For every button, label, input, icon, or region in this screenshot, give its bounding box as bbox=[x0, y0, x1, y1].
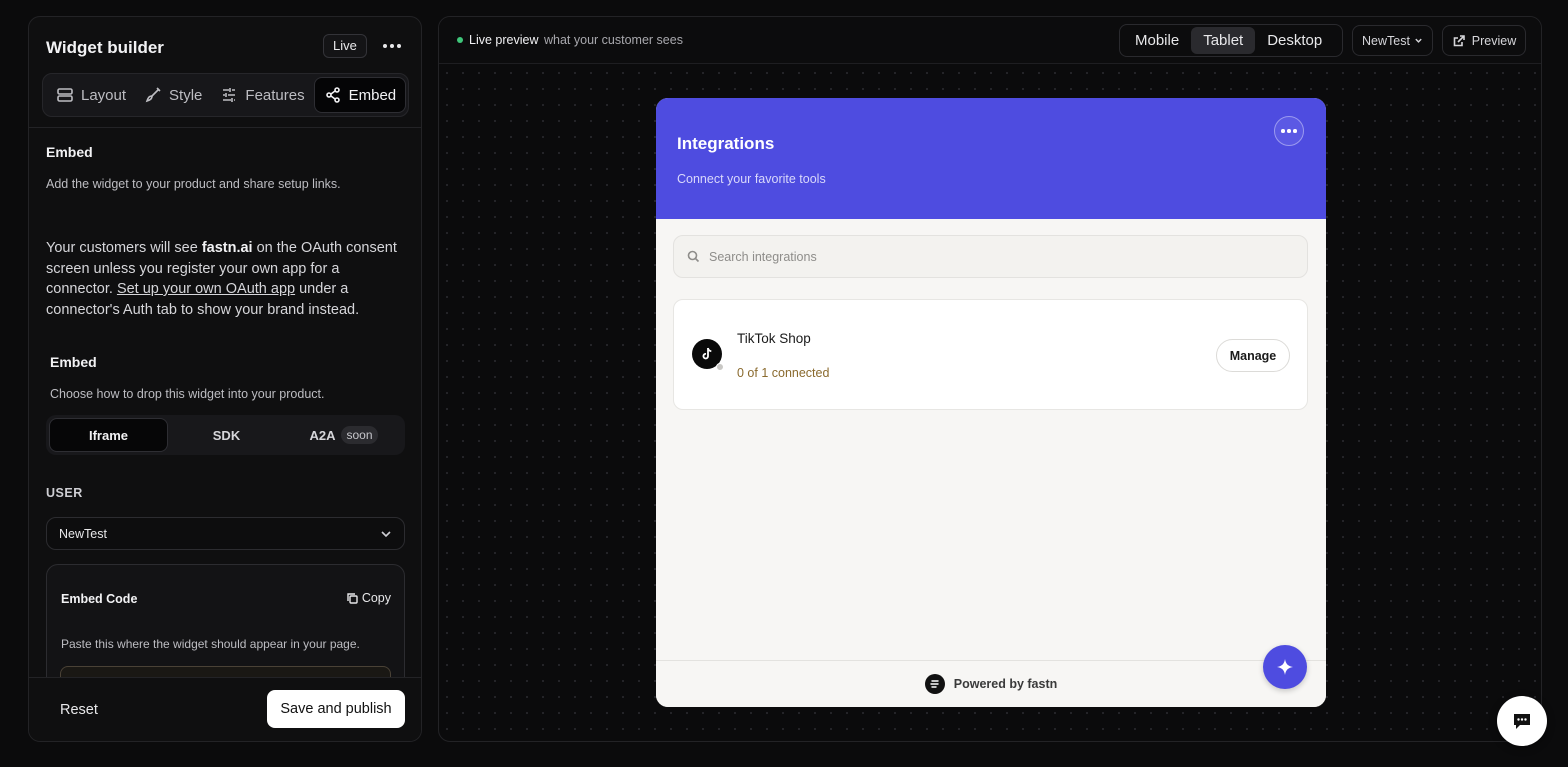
widget-subtitle: Connect your favorite tools bbox=[677, 172, 826, 186]
integrations-widget: Integrations Connect your favorite tools… bbox=[656, 98, 1326, 707]
preview-user-dropdown[interactable]: NewTest bbox=[1352, 25, 1433, 56]
user-label: USER bbox=[46, 486, 83, 500]
live-preview-label: Live preview bbox=[469, 33, 539, 47]
soon-badge: soon bbox=[341, 426, 378, 444]
widget-footer: Powered by fastn bbox=[656, 660, 1326, 707]
builder-header: Widget builder Live Layout Style Feature… bbox=[29, 17, 421, 129]
search-icon bbox=[687, 250, 700, 263]
ai-assistant-button[interactable] bbox=[1263, 645, 1307, 689]
embed-code-box[interactable] bbox=[60, 666, 391, 677]
builder-tabs: Layout Style Features Embed bbox=[42, 73, 409, 117]
search-placeholder: Search integrations bbox=[709, 249, 817, 264]
tab-label: Style bbox=[169, 86, 203, 104]
preview-label: Preview bbox=[1471, 33, 1517, 48]
embed-method-description: Choose how to drop this widget into your… bbox=[50, 387, 325, 401]
brush-icon bbox=[145, 87, 161, 103]
preview-user-value: NewTest bbox=[1362, 33, 1410, 48]
support-chat-button[interactable] bbox=[1497, 696, 1547, 746]
embed-heading: Embed bbox=[46, 144, 93, 160]
user-select-value: NewTest bbox=[59, 526, 107, 541]
dot-icon bbox=[397, 44, 401, 48]
integration-card: TikTok Shop 0 of 1 connected Manage bbox=[673, 299, 1308, 410]
widget-title: Integrations bbox=[677, 134, 775, 153]
embed-code-card: Embed Code Copy Paste this where the wid… bbox=[46, 564, 405, 677]
live-preview-subtitle: what your customer sees bbox=[544, 33, 683, 47]
integration-status: 0 of 1 connected bbox=[737, 366, 830, 380]
tab-label: Layout bbox=[81, 86, 127, 104]
chevron-down-icon bbox=[381, 530, 391, 537]
open-preview-button[interactable]: Preview bbox=[1442, 25, 1526, 56]
widget-more-button[interactable] bbox=[1274, 116, 1304, 146]
layout-icon bbox=[57, 88, 73, 102]
share-icon bbox=[325, 87, 340, 103]
tab-features[interactable]: Features bbox=[211, 77, 313, 113]
tab-layout[interactable]: Layout bbox=[47, 77, 135, 113]
tab-embed[interactable]: Embed bbox=[313, 77, 407, 113]
tab-label: Features bbox=[245, 86, 305, 104]
dot-icon bbox=[383, 44, 387, 48]
oauth-setup-link[interactable]: Set up your own OAuth app bbox=[117, 281, 295, 297]
user-select[interactable]: NewTest bbox=[46, 517, 405, 550]
oauth-note: Your customers will see fastn.ai on the … bbox=[46, 238, 406, 320]
device-switcher: Mobile Tablet Desktop bbox=[1119, 24, 1343, 57]
tiktok-glyph-icon bbox=[702, 347, 712, 360]
oauth-note-prefix: Your customers will see bbox=[46, 240, 202, 256]
embed-settings-scroll[interactable]: Embed Add the widget to your product and… bbox=[29, 128, 421, 677]
live-preview-panel: Live preview what your customer sees Mob… bbox=[438, 16, 1542, 742]
tab-style[interactable]: Style bbox=[135, 77, 211, 113]
more-options-button[interactable] bbox=[379, 34, 405, 58]
copy-icon bbox=[347, 592, 358, 604]
dot-icon bbox=[1281, 129, 1285, 133]
copy-label: Copy bbox=[361, 591, 391, 605]
method-label: SDK bbox=[212, 427, 241, 443]
method-label: Iframe bbox=[88, 427, 129, 443]
save-and-publish-button[interactable]: Save and publish bbox=[267, 690, 405, 728]
embed-description: Add the widget to your product and share… bbox=[46, 177, 341, 191]
tab-label: Embed bbox=[348, 86, 397, 104]
dot-icon bbox=[1293, 129, 1297, 133]
widget-header: Integrations Connect your favorite tools bbox=[656, 98, 1326, 219]
manage-button[interactable]: Manage bbox=[1216, 339, 1290, 372]
embed-method-heading: Embed bbox=[50, 354, 97, 370]
embed-code-description: Paste this where the widget should appea… bbox=[61, 637, 360, 651]
builder-footer: Reset Save and publish bbox=[29, 677, 421, 741]
live-indicator-dot bbox=[457, 37, 463, 43]
connection-status-dot bbox=[716, 363, 724, 371]
fastn-logo-icon bbox=[924, 674, 945, 694]
embed-code-title: Embed Code bbox=[61, 592, 138, 606]
live-status-badge: Live bbox=[323, 34, 367, 58]
powered-by-text: Powered by fastn bbox=[953, 677, 1058, 691]
method-sdk[interactable]: SDK bbox=[168, 418, 285, 452]
integrations-search-input[interactable]: Search integrations bbox=[673, 235, 1308, 278]
external-link-icon bbox=[1453, 34, 1465, 46]
integration-name: TikTok Shop bbox=[737, 331, 811, 346]
dot-icon bbox=[1287, 129, 1291, 133]
device-tablet[interactable]: Tablet bbox=[1191, 27, 1256, 54]
method-a2a[interactable]: A2A soon bbox=[285, 418, 402, 452]
preview-toolbar: Live preview what your customer sees Mob… bbox=[439, 17, 1541, 64]
widget-builder-panel: Widget builder Live Layout Style Feature… bbox=[28, 16, 422, 742]
brand-name: fastn.ai bbox=[201, 240, 253, 256]
builder-title: Widget builder bbox=[46, 38, 164, 57]
chevron-down-icon bbox=[1415, 38, 1422, 43]
method-iframe[interactable]: Iframe bbox=[49, 418, 168, 452]
fastn-glyph-icon bbox=[930, 680, 939, 688]
dot-icon bbox=[390, 44, 394, 48]
embed-method-selector: Iframe SDK A2A soon bbox=[46, 415, 405, 455]
device-mobile[interactable]: Mobile bbox=[1123, 27, 1191, 54]
copy-button[interactable]: Copy bbox=[347, 591, 391, 605]
device-desktop[interactable]: Desktop bbox=[1255, 27, 1334, 54]
sparkle-icon bbox=[1277, 659, 1293, 675]
sliders-icon bbox=[223, 88, 236, 102]
chat-icon bbox=[1514, 714, 1530, 729]
reset-button[interactable]: Reset bbox=[60, 702, 98, 718]
method-label: A2A bbox=[309, 427, 336, 443]
